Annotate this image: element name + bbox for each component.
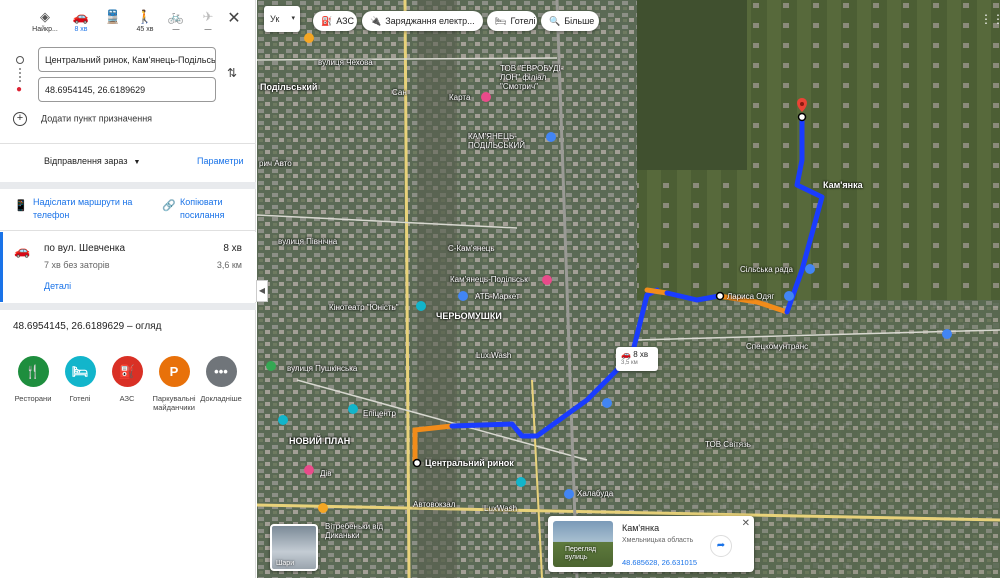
route-option[interactable]: 🚗 по вул. Шевченка 8 хв 7 хв без заторів… bbox=[0, 232, 256, 302]
hotel-icon: 🛏 bbox=[64, 356, 96, 387]
mode-flight[interactable]: ✈ — bbox=[193, 8, 223, 33]
route-time: 8 хв bbox=[223, 243, 242, 254]
add-destination-button[interactable]: + Додати пункт призначення bbox=[13, 112, 152, 126]
label-novyi-plan: НОВИЙ ПЛАН bbox=[289, 436, 351, 446]
label-pivnichna: вулиця Північна bbox=[278, 237, 338, 246]
label-podilskyi: Подільський bbox=[260, 82, 318, 92]
chip-gas[interactable]: ⛽ АЗС bbox=[313, 11, 357, 31]
restaurant-icon: 🍴 bbox=[17, 356, 49, 387]
mode-cycling[interactable]: 🚲 — bbox=[161, 8, 191, 33]
label-evrobud: ТОВ "ЕВРОБУДІ-ЛОН" філіал "Смотрич" bbox=[500, 64, 564, 91]
label-san: Сан bbox=[392, 88, 407, 97]
origin-dot-icon bbox=[16, 56, 24, 64]
depart-now-dropdown[interactable]: Відправлення зараз ▼ bbox=[44, 156, 140, 166]
poi-more[interactable]: ••• Докладніше bbox=[197, 356, 245, 403]
label-luxwash: Lux.Wash bbox=[476, 351, 512, 360]
destination-input[interactable]: 48.6954145, 26.6189629 bbox=[38, 77, 216, 102]
place-coordinates[interactable]: 48.685628, 26.631015 bbox=[622, 558, 697, 567]
mode-walking[interactable]: 🚶 45 хв bbox=[130, 8, 160, 33]
label-atb: АТБ-Маркет bbox=[475, 292, 520, 301]
section-divider bbox=[0, 182, 256, 189]
link-icon: 🔗 bbox=[162, 200, 176, 212]
label-khalabuda: Халабуда bbox=[577, 489, 614, 498]
label-kp-station: КАМ'ЯНЕЦЬ-ПОДІЛЬСЬКИЙ bbox=[468, 132, 525, 150]
label-rich-avto: рич Авто bbox=[259, 159, 292, 168]
more-icon: ••• bbox=[205, 356, 237, 387]
chip-hotels[interactable]: 🛏 Готелі bbox=[487, 11, 537, 31]
layers-button[interactable]: Шари bbox=[270, 524, 318, 571]
label-central-market: Центральний ринок bbox=[425, 458, 514, 468]
label-epicentr: Епіцентр bbox=[363, 409, 396, 418]
destination-pin-icon: ● bbox=[16, 84, 23, 95]
divider bbox=[0, 143, 256, 144]
language-selector[interactable]: Ук ▾ bbox=[264, 6, 300, 32]
close-icon[interactable]: ✕ bbox=[742, 518, 750, 529]
map-canvas[interactable] bbox=[257, 0, 1000, 578]
travel-modes: ◈ Найкр... 🚗 8 хв 🚆 🚶 45 хв 🚲 — ✈ — bbox=[30, 8, 250, 42]
label-chekhova: вулиця Чехова bbox=[318, 58, 373, 67]
swap-icon[interactable]: ⇅ bbox=[227, 66, 237, 80]
share-icon[interactable]: ➦ bbox=[710, 535, 732, 557]
directions-panel: ◈ Найкр... 🚗 8 хв 🚆 🚶 45 хв 🚲 — ✈ — ✕ ● Центр… bbox=[0, 0, 256, 578]
poi-hotels[interactable]: 🛏 Готелі bbox=[56, 356, 104, 403]
gas-icon: ⛽ bbox=[321, 16, 333, 26]
poi-gas[interactable]: ⛽ АЗС bbox=[103, 356, 151, 403]
search-icon: 🔍 bbox=[549, 16, 561, 26]
label-spetskom: Спецкомунтранс bbox=[746, 342, 809, 351]
car-icon: 🚗 bbox=[14, 243, 31, 258]
label-avtovokzal: Автовокзал bbox=[413, 500, 456, 509]
label-karta: Карта bbox=[449, 93, 471, 102]
label-kamianka: Кам'янка bbox=[823, 180, 863, 190]
label-cheremushky: ЧЕРЬОМУШКИ bbox=[436, 311, 502, 321]
label-larysa: Лариса Одяг bbox=[727, 292, 775, 301]
route-name: по вул. Шевченка bbox=[44, 243, 126, 254]
close-icon[interactable]: ✕ bbox=[226, 8, 242, 28]
caret-down-icon: ▼ bbox=[133, 159, 141, 166]
mode-transit[interactable]: 🚆 bbox=[98, 8, 128, 26]
phone-icon: 📱 bbox=[14, 200, 28, 212]
label-svitiaz: ТОВ Світязь bbox=[705, 440, 751, 449]
label-cinema: Кінотеатр "Юність" bbox=[329, 303, 399, 312]
origin-input[interactable]: Центральний ринок, Кам'янець-Подільський bbox=[38, 47, 216, 72]
satellite-imagery bbox=[257, 0, 1000, 578]
route-details-link[interactable]: Деталі bbox=[44, 281, 71, 291]
plus-icon: + bbox=[13, 112, 27, 126]
label-pushkinska: вулиця Пушкінська bbox=[287, 364, 358, 373]
overview-title: 48.6954145, 26.6189629 – огляд bbox=[13, 321, 162, 332]
place-name: Кам'янка bbox=[622, 523, 660, 533]
route-time-callout[interactable]: 🚗 8 хв 3,5 км bbox=[616, 347, 658, 371]
label-luxwash2: LuxWash bbox=[484, 504, 518, 513]
divider bbox=[0, 230, 256, 231]
car-icon: 🚗 bbox=[621, 350, 634, 359]
route-distance: 3,6 км bbox=[216, 260, 242, 270]
route-connector bbox=[19, 68, 21, 82]
place-region: Хмельницька область bbox=[622, 537, 694, 544]
mode-driving[interactable]: 🚗 8 хв bbox=[66, 8, 96, 33]
route-traffic: 7 хв без заторів bbox=[44, 260, 110, 270]
chip-charging[interactable]: 🔌 Заряджання електр... bbox=[362, 11, 483, 31]
mode-best[interactable]: ◈ Найкр... bbox=[30, 8, 60, 33]
charging-icon: 🔌 bbox=[370, 16, 382, 26]
gas-station-icon: ⛽ bbox=[111, 356, 143, 387]
street-view-thumbnail[interactable]: Перегляд вулиць bbox=[553, 521, 613, 567]
label-kp-city: Кам'янець-Подільськ bbox=[450, 275, 528, 284]
chip-more[interactable]: 🔍 Більше bbox=[541, 11, 599, 31]
parking-icon: P bbox=[158, 356, 190, 387]
caret-down-icon: ▾ bbox=[291, 15, 295, 22]
collapse-panel-button[interactable]: ◀ bbox=[256, 280, 268, 302]
label-silska-rada: Сільська рада bbox=[740, 265, 793, 274]
poi-restaurants[interactable]: 🍴 Ресторани bbox=[9, 356, 57, 403]
section-divider bbox=[0, 303, 256, 310]
label-div: Дів bbox=[320, 469, 332, 478]
hotel-icon: 🛏 bbox=[495, 16, 507, 26]
label-s-kamianets: С-Кам'янець bbox=[448, 244, 495, 253]
label-vitrebenky: Вітребеньки від Диканьки bbox=[325, 522, 383, 540]
options-link[interactable]: Параметри bbox=[197, 156, 244, 166]
place-card[interactable]: Перегляд вулиць Кам'янка Хмельницька обл… bbox=[548, 516, 754, 572]
apps-grid-icon[interactable]: ⋮⋮⋮ bbox=[980, 12, 1000, 26]
poi-parking[interactable]: P Паркувальні майданчики bbox=[150, 356, 198, 412]
